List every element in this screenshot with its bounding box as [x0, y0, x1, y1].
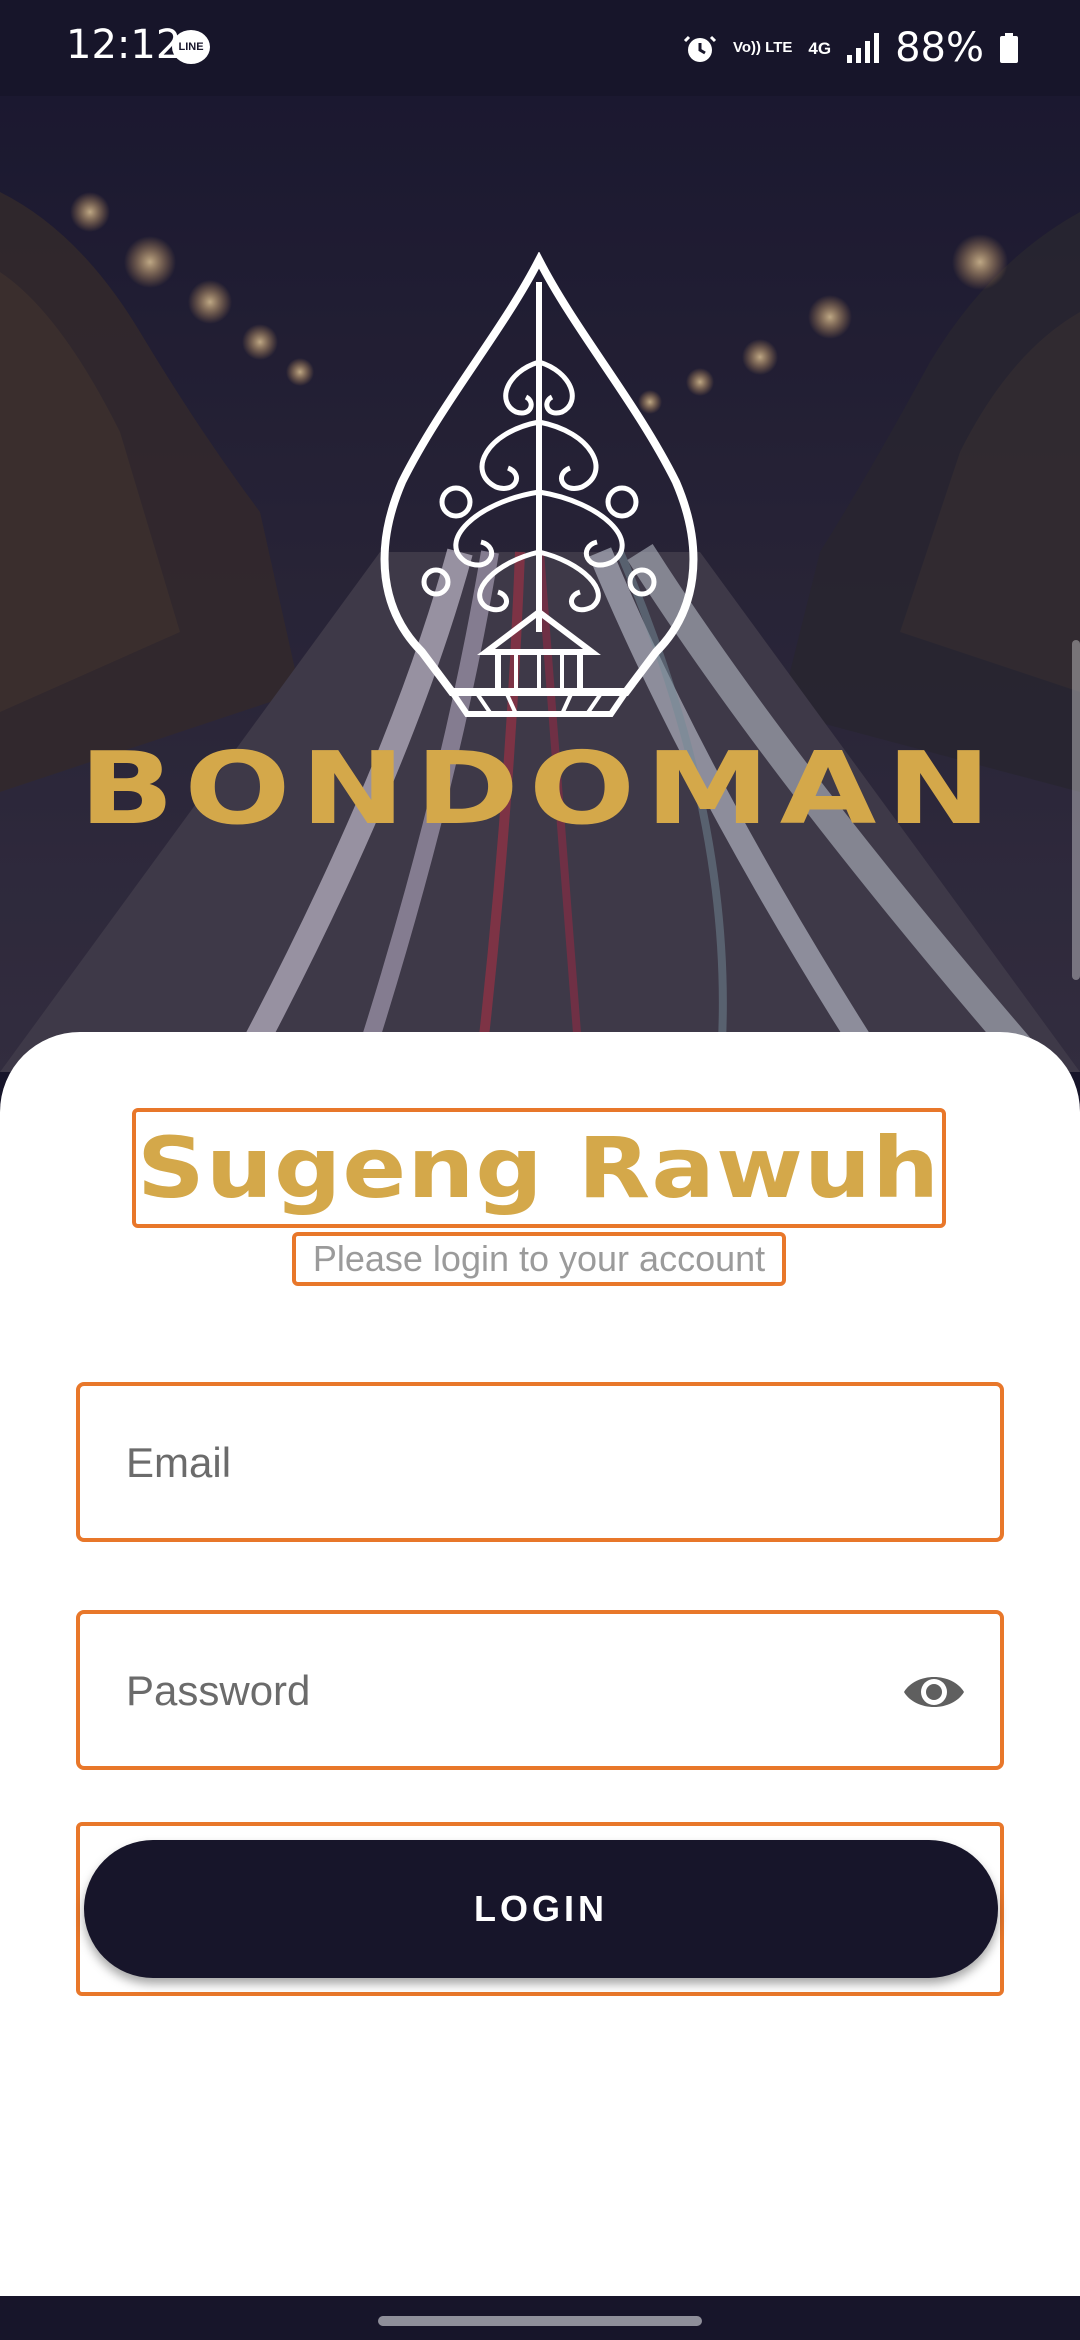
- password-field[interactable]: [76, 1610, 1004, 1770]
- status-time: 12:12: [66, 22, 182, 68]
- navigation-bar: [0, 2296, 1080, 2340]
- password-input[interactable]: [124, 1614, 890, 1768]
- hero-background: BONDOMAN: [0, 72, 1080, 1072]
- home-gesture-handle[interactable]: [378, 2316, 702, 2326]
- alarm-icon: [683, 35, 717, 62]
- email-input[interactable]: [124, 1386, 890, 1540]
- email-field[interactable]: [76, 1382, 1004, 1542]
- login-subtitle: Please login to your account: [292, 1232, 786, 1286]
- login-button-container: LOGIN: [76, 1822, 1004, 1996]
- status-bar: 12:12 LINE Vo)) LTE 4G 88%: [0, 0, 1080, 96]
- status-icons: Vo)) LTE 4G 88%: [683, 20, 1018, 76]
- scrollbar[interactable]: [1072, 640, 1080, 980]
- login-button[interactable]: LOGIN: [84, 1840, 998, 1978]
- login-card: Sugeng Rawuh Please login to your accoun…: [0, 1032, 1080, 2297]
- line-app-icon: LINE: [172, 30, 210, 64]
- battery-icon: [1000, 33, 1018, 63]
- volte-indicator: Vo)) LTE: [732, 39, 793, 56]
- welcome-title: Sugeng Rawuh: [132, 1108, 946, 1228]
- signal-icon: [847, 33, 880, 63]
- battery-percent: 88%: [895, 25, 984, 71]
- network-4g-indicator: 4G: [808, 38, 832, 58]
- gunungan-logo-icon: [380, 252, 698, 717]
- welcome-title-text: Sugeng Rawuh: [137, 1119, 941, 1217]
- brand-name: BONDOMAN: [79, 730, 1001, 847]
- eye-icon[interactable]: [902, 1664, 966, 1720]
